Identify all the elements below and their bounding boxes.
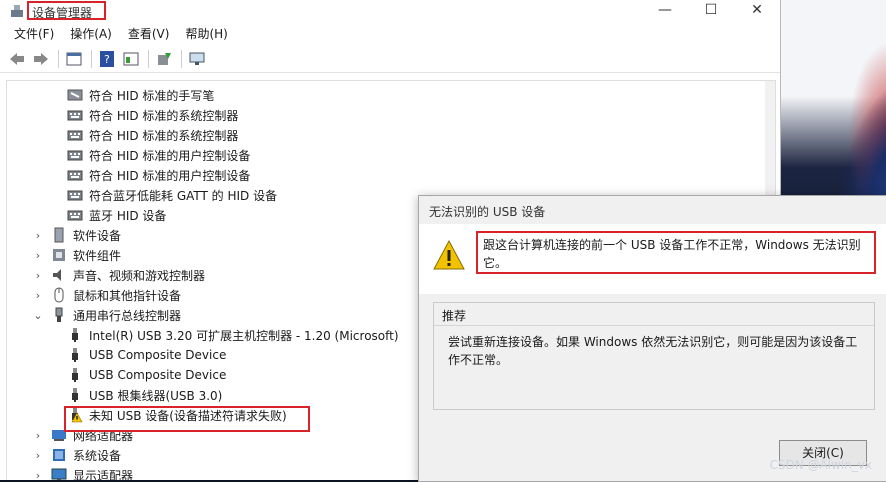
menu-file[interactable]: 文件(F) [6, 22, 62, 46]
dialog-message-area: 跟这台计算机连接的前一个 USB 设备工作不正常，Windows 无法识别它。 [419, 224, 886, 294]
tree-item[interactable]: › 声音、视频和游戏控制器 [31, 265, 205, 285]
tree-item[interactable]: 符合 HID 标准的手写笔 [51, 85, 214, 105]
properties-icon[interactable] [63, 49, 85, 69]
tree-item-label: 符合 HID 标准的系统控制器 [89, 108, 239, 123]
collapsed-arrow-icon[interactable]: › [31, 289, 45, 302]
toolbar-separator [181, 50, 182, 68]
help-icon[interactable]: ? [96, 49, 118, 69]
tree-item-label: 显示适配器 [73, 468, 134, 481]
collapsed-arrow-icon[interactable]: › [31, 469, 45, 481]
tree-item-label: USB Composite Device [89, 368, 227, 382]
usb-icon [55, 307, 63, 322]
software-device-icon [54, 227, 64, 243]
tree-item[interactable]: › 软件设备 [31, 225, 121, 245]
hid-keyboard-icon [67, 130, 83, 141]
usb-plug-icon [72, 388, 78, 402]
system-device-icon [53, 449, 65, 461]
tree-item-label: 声音、视频和游戏控制器 [73, 268, 206, 283]
tree-item-label: 通用串行总线控制器 [73, 308, 182, 323]
minimize-button[interactable]: — [642, 0, 688, 22]
tree-item[interactable]: 符合蓝牙低能耗 GATT 的 HID 设备 [51, 185, 277, 205]
tree-item[interactable]: 符合 HID 标准的用户控制设备 [51, 145, 250, 165]
back-arrow-icon[interactable] [6, 49, 28, 69]
usb-plug-icon [72, 328, 78, 342]
tree-item-label: 蓝牙 HID 设备 [89, 208, 167, 223]
tree-item[interactable]: › 软件组件 [31, 245, 121, 265]
software-component-icon [53, 249, 65, 261]
title-bar: 设备管理器 — ☐ ✕ [0, 0, 780, 22]
title-highlight-box [27, 1, 106, 20]
tree-item-label: 符合 HID 标准的用户控制设备 [89, 168, 251, 183]
tree-item[interactable]: 符合 HID 标准的系统控制器 [51, 125, 238, 145]
toolbar-separator [148, 50, 149, 68]
tree-item[interactable]: Intel(R) USB 3.20 可扩展主机控制器 - 1.20 (Micro… [51, 325, 399, 345]
tree-item[interactable]: › 鼠标和其他指针设备 [31, 285, 181, 305]
dialog-title: 无法识别的 USB 设备 [429, 205, 546, 219]
hid-keyboard-icon [67, 110, 83, 121]
collapsed-arrow-icon[interactable]: › [31, 249, 45, 262]
usb-plug-icon [72, 368, 78, 382]
speaker-icon [53, 269, 61, 281]
recommendation-divider [434, 325, 874, 326]
tree-item-label: 软件组件 [73, 248, 122, 263]
tree-item-label: 符合蓝牙低能耗 GATT 的 HID 设备 [89, 188, 278, 203]
display-adapter-icon [51, 468, 67, 480]
menu-view[interactable]: 查看(V) [120, 22, 178, 46]
tree-item-label: 系统设备 [73, 448, 122, 463]
tree-item[interactable]: USB Composite Device [51, 365, 226, 385]
tree-item-label: USB 根集线器(USB 3.0) [89, 388, 223, 403]
device-manager-icon [11, 5, 23, 17]
pen-device-icon [67, 89, 83, 101]
message-highlight-box [476, 231, 876, 274]
tree-item[interactable]: › 系统设备 [31, 445, 121, 465]
toolbar-separator [91, 50, 92, 68]
tree-item-label: Intel(R) USB 3.20 可扩展主机控制器 - 1.20 (Micro… [89, 328, 399, 343]
collapsed-arrow-icon[interactable]: › [31, 429, 45, 442]
tree-item[interactable]: › 显示适配器 [31, 465, 133, 480]
menu-action[interactable]: 操作(A) [62, 22, 120, 46]
forward-arrow-icon[interactable] [30, 49, 52, 69]
unknown-device-highlight-box [64, 406, 310, 432]
usb-error-dialog: 无法识别的 USB 设备 跟这台计算机连接的前一个 USB 设备工作不正常，Wi… [418, 195, 886, 482]
hid-keyboard-icon [67, 210, 83, 221]
recommendation-title: 推荐 [442, 309, 467, 323]
toolbar-separator [58, 50, 59, 68]
tree-item-label: 符合 HID 标准的系统控制器 [89, 128, 239, 143]
close-window-button[interactable]: ✕ [734, 0, 780, 22]
tree-item[interactable]: USB 根集线器(USB 3.0) [51, 385, 222, 405]
menu-bar: 文件(F) 操作(A) 查看(V) 帮助(H) [0, 22, 780, 46]
svg-text:?: ? [104, 53, 110, 66]
mouse-icon [54, 287, 64, 303]
watermark: CSDN @Alwin_vx [769, 458, 872, 472]
expanded-arrow-icon[interactable]: ⌄ [31, 309, 45, 322]
tree-item-label: 符合 HID 标准的手写笔 [89, 88, 215, 103]
menu-help[interactable]: 帮助(H) [177, 22, 235, 46]
scan-hardware-icon[interactable] [186, 49, 208, 69]
toolbar: ? [0, 46, 780, 73]
tree-item[interactable]: USB Composite Device [51, 345, 226, 365]
collapsed-arrow-icon[interactable]: › [31, 449, 45, 462]
tree-item-label: 鼠标和其他指针设备 [73, 288, 182, 303]
tree-item-label: 软件设备 [73, 228, 122, 243]
recommendation-box: 推荐 尝试重新连接设备。如果 Windows 依然无法识别它，则可能是因为该设备… [433, 302, 875, 410]
tree-item-label: USB Composite Device [89, 348, 227, 362]
tree-item[interactable]: ⌄ 通用串行总线控制器 [31, 305, 181, 325]
usb-plug-icon [72, 348, 78, 362]
update-driver-icon[interactable] [153, 49, 175, 69]
tree-item-label: 符合 HID 标准的用户控制设备 [89, 148, 251, 163]
collapsed-arrow-icon[interactable]: › [31, 229, 45, 242]
tree-item[interactable]: 符合 HID 标准的系统控制器 [51, 105, 238, 125]
collapsed-arrow-icon[interactable]: › [31, 269, 45, 282]
view-icon[interactable] [120, 49, 142, 69]
hid-keyboard-icon [67, 170, 83, 181]
recommendation-text: 尝试重新连接设备。如果 Windows 依然无法识别它，则可能是因为该设备工作不… [448, 335, 858, 367]
hid-keyboard-icon [67, 150, 83, 161]
maximize-button[interactable]: ☐ [688, 0, 734, 22]
tree-item[interactable]: 蓝牙 HID 设备 [51, 205, 166, 225]
tree-item[interactable]: 符合 HID 标准的用户控制设备 [51, 165, 250, 185]
hid-keyboard-icon [67, 190, 83, 201]
warning-icon [433, 240, 465, 270]
